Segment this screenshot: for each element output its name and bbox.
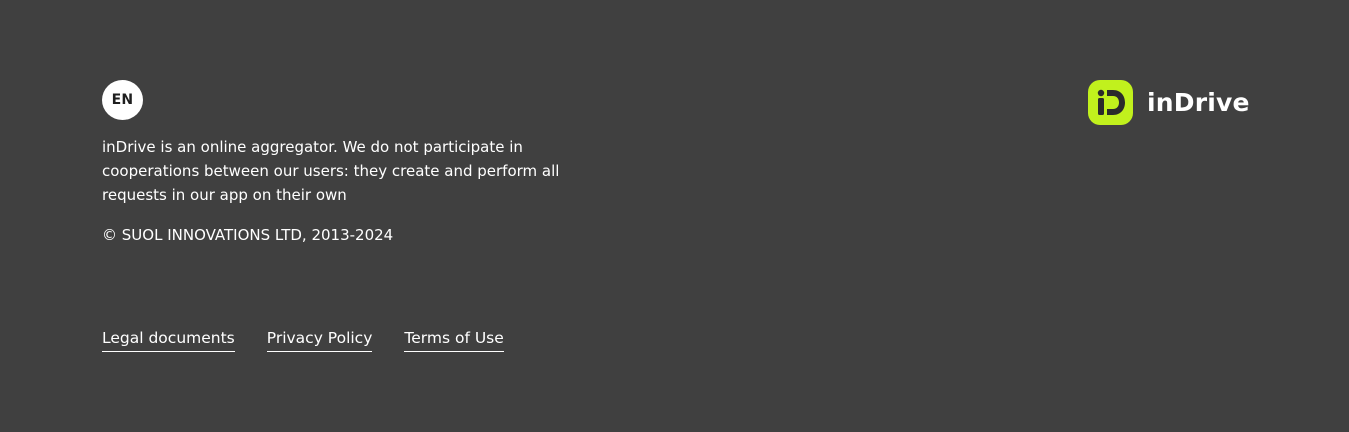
- terms-of-use-link[interactable]: Terms of Use: [404, 326, 504, 352]
- site-footer: EN inDrive is an online aggregator. We d…: [0, 0, 1349, 432]
- brand-logo[interactable]: inDrive: [1088, 80, 1250, 125]
- legal-documents-link[interactable]: Legal documents: [102, 326, 235, 352]
- footer-description: inDrive is an online aggregator. We do n…: [102, 138, 560, 204]
- indrive-logo-glyph: [1097, 89, 1125, 115]
- language-switcher-button[interactable]: EN: [102, 80, 143, 120]
- indrive-logo-icon: [1088, 80, 1133, 125]
- privacy-policy-link[interactable]: Privacy Policy: [266, 326, 373, 352]
- language-label: EN: [111, 92, 134, 108]
- footer-links: Legal documents Privacy Policy Terms of …: [102, 326, 504, 352]
- brand-name: inDrive: [1147, 88, 1250, 117]
- copyright-text: © SUOL INNOVATIONS LTD, 2013-2024: [102, 226, 394, 244]
